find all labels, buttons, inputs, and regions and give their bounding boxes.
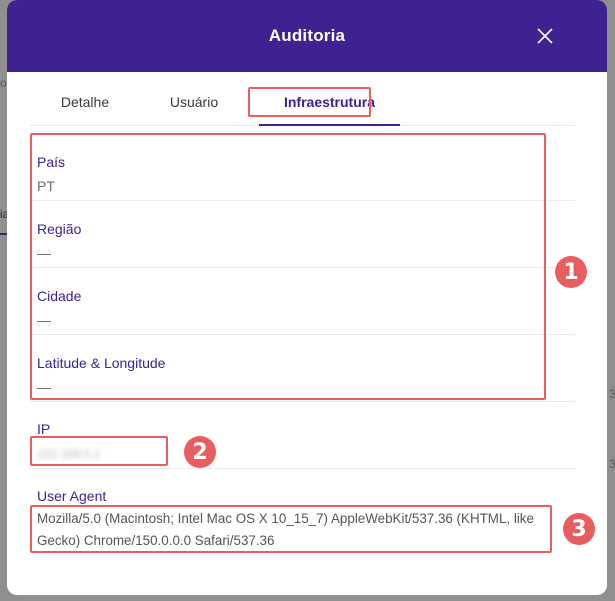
divider bbox=[30, 267, 575, 268]
tab-usuario[interactable]: Usuário bbox=[155, 72, 233, 125]
field-value: Mozilla/5.0 (Macintosh; Intel Mac OS X 1… bbox=[37, 511, 534, 548]
tab-infraestrutura[interactable]: Infraestrutura bbox=[259, 72, 400, 126]
field-latitude-longitude: Latitude & Longitude — bbox=[37, 355, 577, 397]
modal-title: Auditoria bbox=[268, 26, 346, 45]
field-value: — bbox=[37, 245, 51, 261]
field-value: PT bbox=[37, 178, 55, 194]
field-country: País PT bbox=[37, 154, 577, 196]
divider bbox=[30, 200, 575, 201]
background-fragment: 3 bbox=[609, 457, 615, 471]
field-label: Cidade bbox=[37, 288, 82, 304]
annotation-marker-2: 2 bbox=[184, 436, 216, 468]
annotation-marker-1: 1 bbox=[555, 256, 587, 288]
active-tab-indicator bbox=[259, 124, 400, 126]
field-ip: IP 192.168.0.1 bbox=[37, 421, 577, 464]
background-fragment: 3 bbox=[609, 387, 615, 401]
tab-detalhe[interactable]: Detalhe bbox=[55, 72, 115, 125]
tab-bar: Detalhe Usuário Infraestrutura bbox=[30, 72, 575, 126]
field-label: Latitude & Longitude bbox=[37, 355, 166, 371]
field-label: País bbox=[37, 154, 66, 170]
field-label: User Agent bbox=[37, 488, 107, 504]
field-city: Cidade — bbox=[37, 288, 577, 330]
divider bbox=[30, 401, 575, 402]
tab-label: Infraestrutura bbox=[283, 94, 376, 110]
divider bbox=[30, 468, 575, 469]
field-value: 192.168.0.1 bbox=[37, 443, 577, 464]
field-user-agent: User Agent Mozilla/5.0 (Macintosh; Intel… bbox=[37, 488, 577, 552]
field-value: — bbox=[37, 312, 51, 328]
audit-modal: Auditoria Detalhe Usuário Infraestrutura… bbox=[7, 0, 607, 595]
annotation-marker-3: 3 bbox=[563, 513, 595, 545]
field-region: Região — bbox=[37, 221, 577, 263]
close-button[interactable] bbox=[535, 26, 555, 46]
ip-value-redacted: 192.168.0.1 bbox=[37, 447, 101, 461]
field-value: — bbox=[37, 379, 51, 395]
background-fragment: o bbox=[0, 76, 7, 90]
tab-label: Usuário bbox=[169, 94, 219, 110]
field-label: IP bbox=[37, 421, 51, 437]
modal-header: Auditoria bbox=[7, 0, 607, 72]
tab-label: Detalhe bbox=[60, 94, 110, 110]
divider bbox=[30, 334, 575, 335]
close-icon bbox=[537, 28, 553, 44]
field-label: Região bbox=[37, 221, 82, 237]
